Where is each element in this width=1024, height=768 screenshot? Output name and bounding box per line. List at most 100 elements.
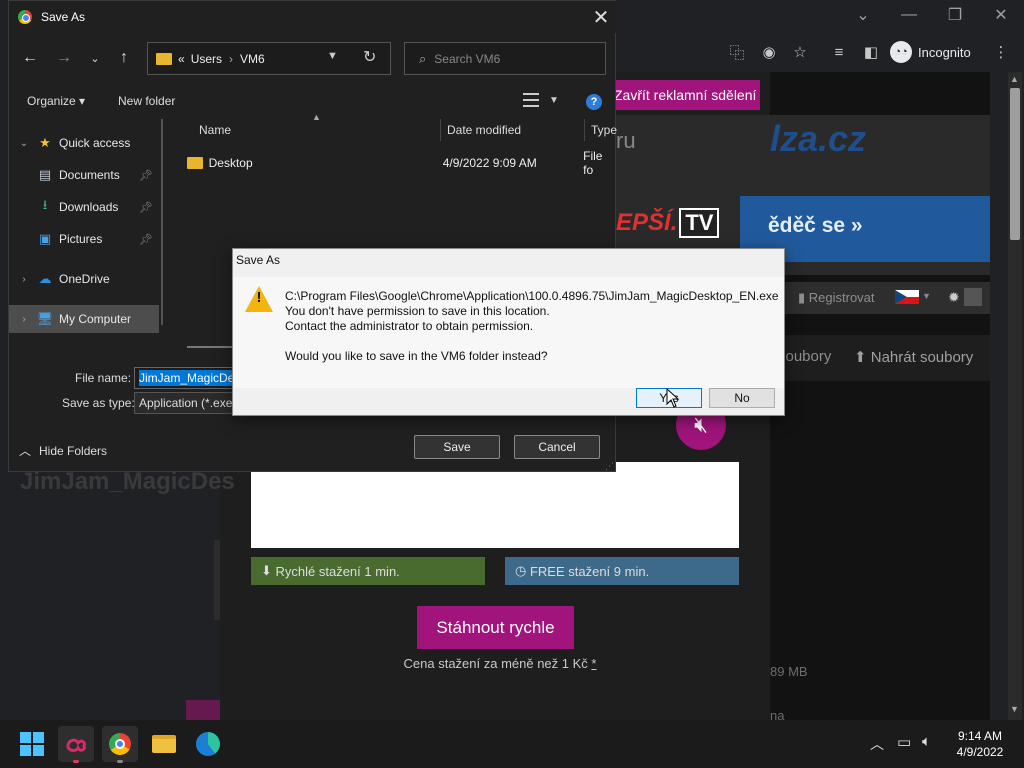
start-button[interactable]: [14, 726, 50, 762]
sort-ascending-icon: ▲: [312, 112, 321, 122]
message-question: Would you like to save in the VM6 folder…: [285, 349, 548, 363]
network-icon[interactable]: ▭: [897, 733, 911, 751]
folder-icon: [156, 52, 172, 65]
register-link[interactable]: ▮ Registrovat: [798, 290, 875, 306]
dialog-titlebar: Save As: [9, 1, 617, 33]
back-arrow-icon[interactable]: ←: [18, 46, 42, 70]
tab-search-icon[interactable]: ⌄: [840, 0, 886, 30]
expand-chevron-icon[interactable]: ›: [17, 314, 31, 325]
breadcrumb-users[interactable]: Users: [191, 52, 222, 66]
dialog-close-button[interactable]: ✕: [589, 5, 613, 29]
minimize-button[interactable]: —: [886, 0, 932, 30]
nav-pictures[interactable]: ▣ Pictures 📌︎: [9, 225, 159, 253]
file-modified: 4/9/2022 9:09 AM: [442, 156, 537, 170]
volume-icon[interactable]: 🔈︎: [922, 733, 931, 750]
incognito-label: Incognito: [918, 44, 971, 60]
free-download-option[interactable]: ◷ FREE stažení 9 min.: [505, 557, 739, 585]
star-icon: ★: [39, 135, 51, 150]
folder-icon: [187, 157, 203, 169]
cancel-button[interactable]: Cancel: [514, 435, 600, 459]
sun-icon[interactable]: ✹: [948, 289, 960, 306]
downloads-icon: ⭳: [42, 197, 48, 212]
save-button[interactable]: Save: [414, 435, 500, 459]
taskbar-edge[interactable]: [190, 726, 226, 762]
eye-off-icon[interactable]: ◉: [756, 39, 782, 65]
computer-icon: 🖥︎: [36, 311, 54, 326]
taskbar-chrome[interactable]: [102, 726, 138, 763]
address-dropdown-icon[interactable]: ▼: [327, 50, 338, 62]
sidebar-icon[interactable]: ◧: [858, 39, 884, 65]
clock-date[interactable]: 4/9/2022: [950, 745, 1010, 759]
warning-exclamation: !: [256, 289, 262, 306]
price-note-text: Cena stažení za méně než 1 Kč: [403, 656, 588, 671]
search-field[interactable]: ⌕ Search VM6: [404, 42, 606, 75]
expand-chevron-icon[interactable]: ›: [17, 274, 31, 285]
translate-icon[interactable]: ⿻: [724, 39, 750, 65]
no-button[interactable]: No: [709, 388, 775, 408]
resize-grip-icon[interactable]: ⋰: [605, 461, 614, 472]
pane-splitter[interactable]: [161, 119, 163, 325]
address-bar[interactable]: « Users › VM6: [147, 42, 391, 75]
recent-locations-icon[interactable]: ⌄: [83, 46, 107, 70]
ad-close-button[interactable]: Zavřít reklamní sdělení: [608, 80, 760, 110]
clock-icon: ◷: [515, 563, 530, 578]
scroll-up-icon[interactable]: ▲: [1010, 74, 1019, 84]
scrollbar-thumb[interactable]: [1010, 88, 1020, 240]
theme-toggle[interactable]: [964, 288, 982, 306]
running-indicator: [117, 760, 123, 763]
view-dropdown-icon[interactable]: ▼: [549, 95, 559, 106]
help-icon[interactable]: ?: [586, 94, 602, 110]
restore-button[interactable]: ❐: [932, 0, 978, 30]
files-tab[interactable]: soubory: [778, 348, 831, 365]
upload-link[interactable]: ⬆ Nahrát soubory: [854, 348, 973, 366]
nav-quick-access[interactable]: ⌄ ★ Quick access: [9, 129, 159, 157]
column-name[interactable]: Name: [199, 123, 231, 137]
incognito-badge[interactable]: ◔◔ Incognito: [890, 38, 971, 66]
view-options-icon[interactable]: [523, 93, 539, 107]
chrome-icon: [109, 733, 131, 755]
nav-label: Quick access: [59, 136, 131, 150]
nav-my-computer[interactable]: › 🖥︎ My Computer: [9, 305, 159, 333]
up-arrow-icon[interactable]: ↑: [112, 46, 136, 70]
tv-logo-right: TV: [679, 208, 720, 238]
taskbar-file-explorer[interactable]: [146, 726, 182, 762]
column-type[interactable]: Type: [591, 123, 617, 137]
scroll-down-icon[interactable]: ▼: [1010, 704, 1019, 714]
language-dropdown-icon[interactable]: ▼: [922, 291, 931, 301]
message-line-2: Contact the administrator to obtain perm…: [285, 319, 534, 333]
cloud-icon: ☁: [38, 271, 52, 286]
permission-message-box: Save As ! C:\Program Files\Google\Chrome…: [232, 248, 785, 416]
taskbar-creative-cloud[interactable]: [58, 726, 94, 763]
file-row[interactable]: Desktop 4/9/2022 9:09 AM File fo: [179, 149, 615, 177]
page-strip: [214, 540, 220, 620]
column-divider[interactable]: [584, 119, 585, 141]
new-folder-button[interactable]: New folder: [118, 94, 175, 108]
media-icon[interactable]: ≡: [826, 39, 852, 65]
save-type-value: Application (*.exe): [139, 396, 237, 410]
dialog-title: Save As: [41, 10, 86, 24]
banner-logo: lza.cz: [770, 118, 867, 159]
hide-folders-toggle[interactable]: ︿ Hide Folders: [19, 442, 107, 459]
upload-label: Nahrát soubory: [870, 349, 974, 366]
pin-icon: 📌︎: [139, 233, 153, 246]
breadcrumb-vm6[interactable]: VM6: [240, 52, 265, 66]
nav-documents[interactable]: ▤ Documents 📌︎: [9, 161, 159, 189]
download-fast-button[interactable]: Stáhnout rychle: [417, 606, 574, 649]
banner-cta-text: ěděč se »: [768, 214, 863, 237]
collapse-chevron-icon[interactable]: ⌄: [17, 138, 31, 149]
price-asterisk-link[interactable]: *: [591, 656, 596, 671]
tray-overflow-icon[interactable]: ︿: [870, 734, 884, 754]
nav-onedrive[interactable]: › ☁ OneDrive: [9, 265, 159, 293]
nav-downloads[interactable]: ⭳ Downloads 📌︎: [9, 193, 159, 221]
column-date-modified[interactable]: Date modified: [447, 123, 521, 137]
fast-download-option[interactable]: ⬇ Rychlé stažení 1 min.: [251, 557, 485, 585]
column-divider[interactable]: [440, 119, 441, 141]
organize-menu[interactable]: Organize ▾: [27, 94, 85, 108]
file-type: File fo: [583, 149, 603, 177]
forward-arrow-icon[interactable]: →: [52, 46, 76, 70]
browser-close-button[interactable]: ✕: [978, 0, 1024, 30]
kebab-menu-icon[interactable]: ⋮: [988, 39, 1014, 65]
clock-time[interactable]: 9:14 AM: [950, 729, 1010, 743]
refresh-icon[interactable]: ↻: [363, 47, 376, 67]
star-icon[interactable]: ☆: [787, 39, 813, 65]
